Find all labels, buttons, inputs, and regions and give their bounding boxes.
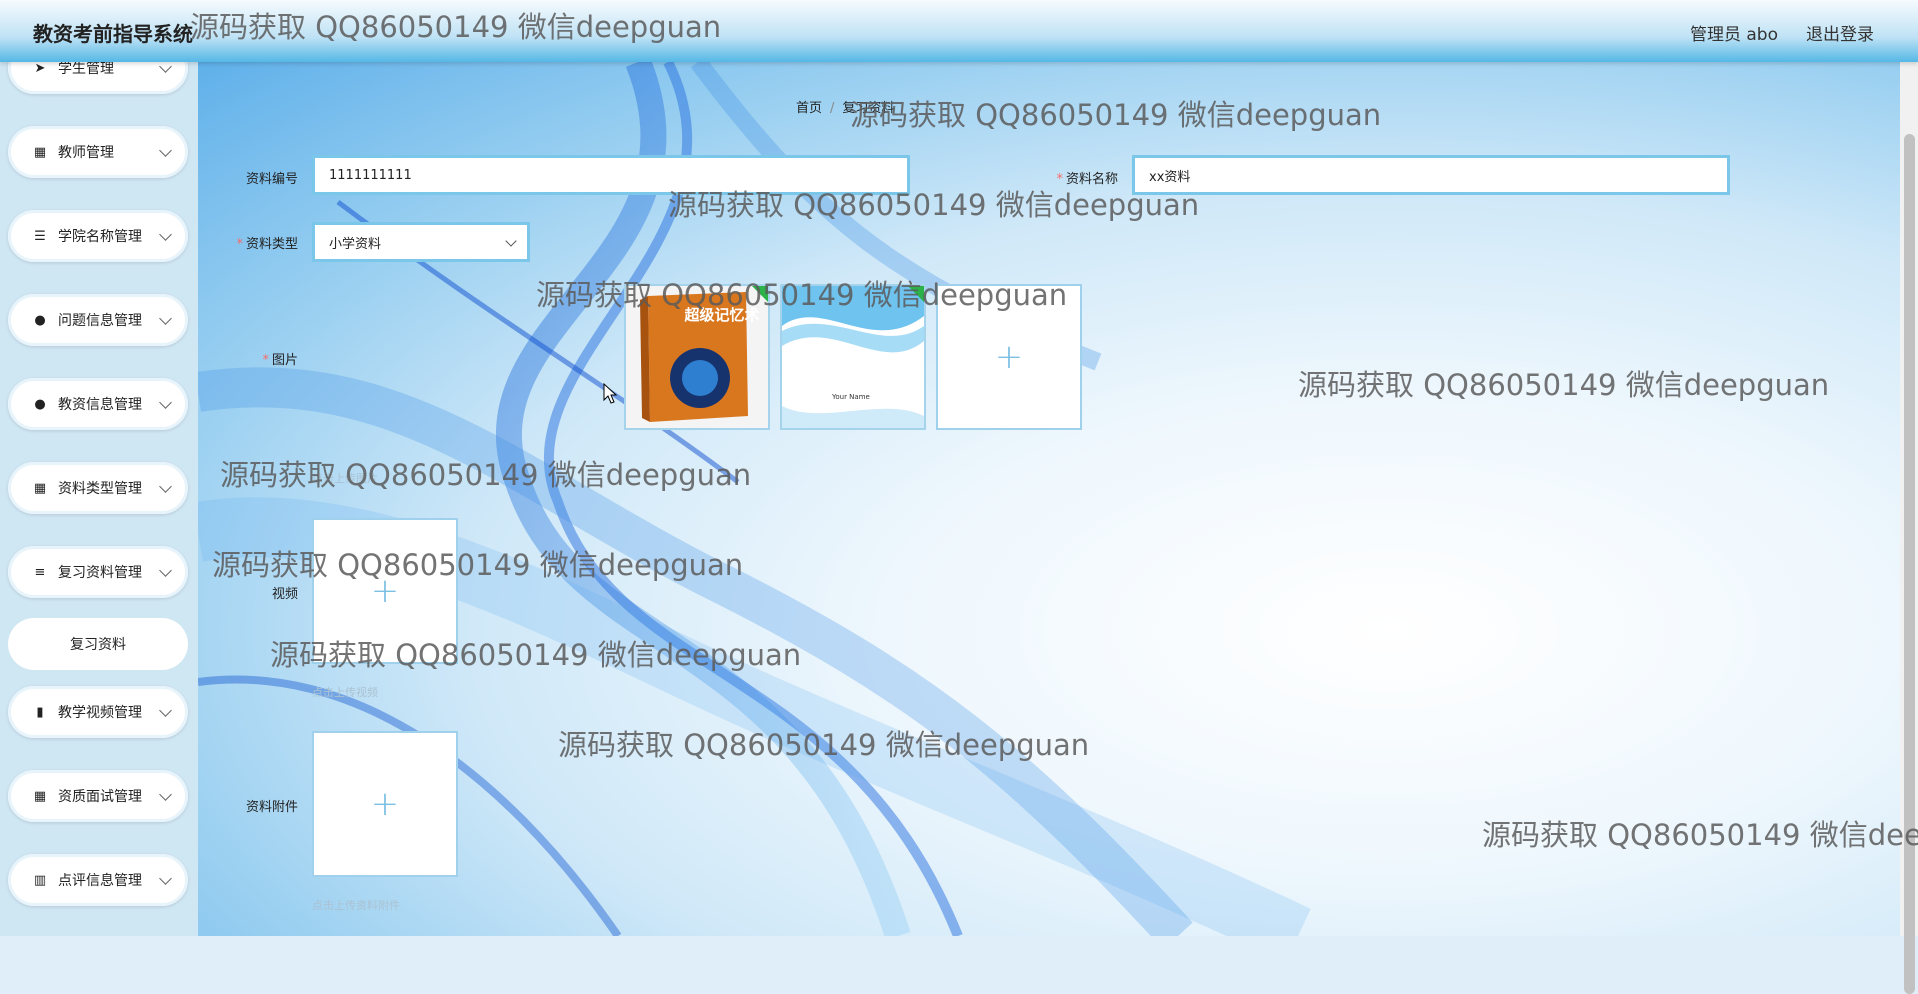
list-icon: ≡ <box>34 564 46 580</box>
sidebar-item-label: 学院名称管理 <box>58 229 142 245</box>
chevron-down-icon <box>159 871 172 885</box>
breadcrumb: 首页 / 复习资料 <box>796 97 894 116</box>
sidebar-item-certificate[interactable]: ● 教资信息管理 <box>8 378 188 430</box>
grid-icon: ▦ <box>33 480 47 496</box>
video-upload-hint: 点击上传视频 <box>312 686 378 699</box>
sidebar-item-label: 资料类型管理 <box>58 481 142 497</box>
type-label: * 资料类型 <box>236 237 298 252</box>
book-cover-image: 超级记忆术 <box>626 286 768 428</box>
scrollbar-thumb[interactable] <box>1904 134 1915 994</box>
sidebar-item-student[interactable]: ➤ 学生管理 <box>8 62 188 94</box>
required-mark: * <box>236 237 243 252</box>
image-upload-button[interactable]: + <box>936 284 1082 430</box>
sidebar-item-video[interactable]: ▮ 教学视频管理 <box>8 686 188 738</box>
scrollbar[interactable] <box>1900 62 1918 994</box>
user-icon: ● <box>34 312 46 328</box>
required-mark: * <box>1056 172 1063 187</box>
bar-chart-icon: ▮ <box>36 704 44 720</box>
plus-icon: + <box>370 784 400 824</box>
sidebar-item-college[interactable]: ☰ 学院名称管理 <box>8 210 188 262</box>
send-icon: ➤ <box>34 62 46 76</box>
app-title: 教资考前指导系统 <box>33 22 193 46</box>
sidebar-item-label: 教资信息管理 <box>58 397 142 413</box>
attachment-upload-hint: 点击上传资料附件 <box>312 899 400 912</box>
code-label: 资料编号 <box>245 172 298 187</box>
name-value: xx资料 <box>1149 169 1191 185</box>
current-user: 管理员 abo <box>1689 25 1778 45</box>
code-field[interactable]: 1111111111 <box>312 155 910 195</box>
sidebar-item-label: 问题信息管理 <box>58 313 142 329</box>
sidebar-item-question[interactable]: ● 问题信息管理 <box>8 294 188 346</box>
type-select[interactable]: 小学资料 <box>312 222 530 262</box>
sidebar-item-material-type[interactable]: ▦ 资料类型管理 <box>8 462 188 514</box>
chevron-down-icon <box>159 787 172 801</box>
sliders-icon: ☰ <box>34 228 46 244</box>
chevron-down-icon <box>159 62 172 73</box>
sidebar-item-review-material[interactable]: ≡ 复习资料管理 <box>8 546 188 598</box>
book-cover-title: 超级记忆术 <box>683 306 759 324</box>
chevron-down-icon <box>159 563 172 577</box>
top-bar: 教资考前指导系统 管理员 abo 退出登录 <box>0 0 1918 62</box>
breadcrumb-separator: / <box>830 101 835 116</box>
sidebar-item-teacher[interactable]: ▦ 教师管理 <box>8 126 188 178</box>
image-label: * 图片 <box>262 353 298 368</box>
sidebar-item-label: 复习资料管理 <box>58 565 142 581</box>
user-icon: ● <box>34 396 46 412</box>
chevron-down-icon <box>159 479 172 493</box>
breadcrumb-home[interactable]: 首页 <box>796 101 822 116</box>
code-value: 1111111111 <box>329 167 412 183</box>
chevron-down-icon <box>159 395 172 409</box>
sidebar-item-label: 学生管理 <box>58 62 114 77</box>
sidebar-item-interview[interactable]: ▦ 资质面试管理 <box>8 770 188 822</box>
sidebar-item-label: 教学视频管理 <box>58 705 142 721</box>
attachment-upload-button[interactable]: + <box>312 731 458 877</box>
chevron-down-icon <box>159 311 172 325</box>
grid-icon: ▦ <box>33 144 47 160</box>
uploaded-image-book[interactable]: 超级记忆术 <box>624 284 770 430</box>
image-upload-hint: 点击上传图片 <box>312 472 378 485</box>
sidebar-subitem-review-material[interactable]: 复习资料 <box>8 618 188 670</box>
plus-icon: + <box>994 337 1024 377</box>
attachment-label: 资料附件 <box>245 800 298 815</box>
name-field[interactable]: xx资料 <box>1132 155 1730 195</box>
chevron-down-icon <box>159 143 172 157</box>
card-cover-image: Your Name <box>782 286 924 428</box>
sidebar-item-label: 点评信息管理 <box>58 873 142 889</box>
plus-icon: + <box>370 571 400 611</box>
video-label: 视频 <box>271 587 298 602</box>
logout-link[interactable]: 退出登录 <box>1806 20 1874 45</box>
chevron-down-icon <box>159 227 172 241</box>
mouse-pointer-icon <box>603 383 617 404</box>
sidebar: ➤ 学生管理 ▦ 教师管理 ☰ 学院名称管理 ● 问题信息管理 ● 教资信息管理… <box>0 62 198 936</box>
required-mark: * <box>262 353 269 368</box>
chevron-down-icon <box>505 235 517 247</box>
chevron-down-icon <box>159 703 172 717</box>
breadcrumb-current: 复习资料 <box>842 101 895 116</box>
sidebar-item-label: 资质面试管理 <box>58 789 142 805</box>
type-value: 小学资料 <box>329 236 382 252</box>
books-icon: ▥ <box>33 872 47 888</box>
video-upload-button[interactable]: + <box>312 518 458 664</box>
name-label: * 资料名称 <box>1056 172 1118 187</box>
sidebar-item-comment[interactable]: ▥ 点评信息管理 <box>8 854 188 906</box>
uploaded-image-card[interactable]: Your Name <box>780 284 926 430</box>
card-cover-text: Your Name <box>831 393 870 401</box>
grid-icon: ▦ <box>33 788 47 804</box>
sidebar-item-label: 教师管理 <box>58 145 114 161</box>
